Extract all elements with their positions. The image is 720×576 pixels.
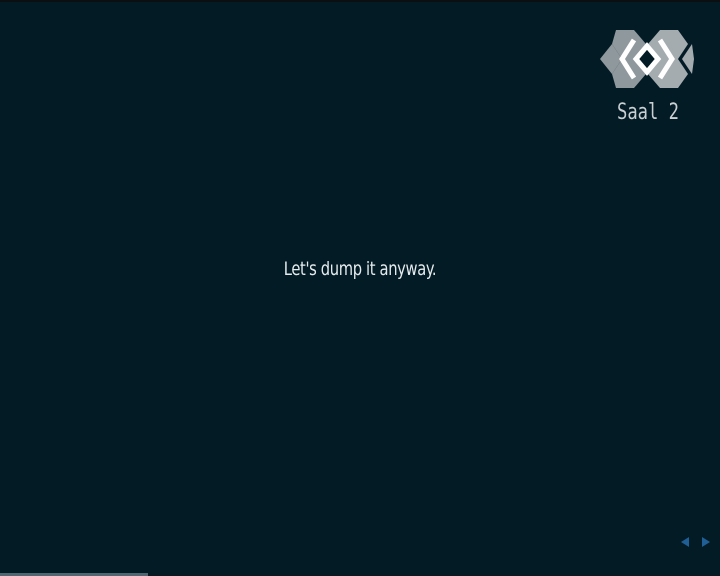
ghost-slide-title: [220, 150, 232, 190]
chevron-left-icon[interactable]: [679, 536, 691, 548]
ccc-logo-icon: [600, 30, 694, 88]
room-label: Saal 2: [616, 100, 679, 125]
subtitle-text: Let's dump it anyway.: [283, 258, 437, 280]
top-border: [0, 0, 720, 2]
chevron-right-icon[interactable]: [700, 536, 712, 548]
video-frame: Let's dump it anyway. Saal 2: [0, 0, 720, 576]
